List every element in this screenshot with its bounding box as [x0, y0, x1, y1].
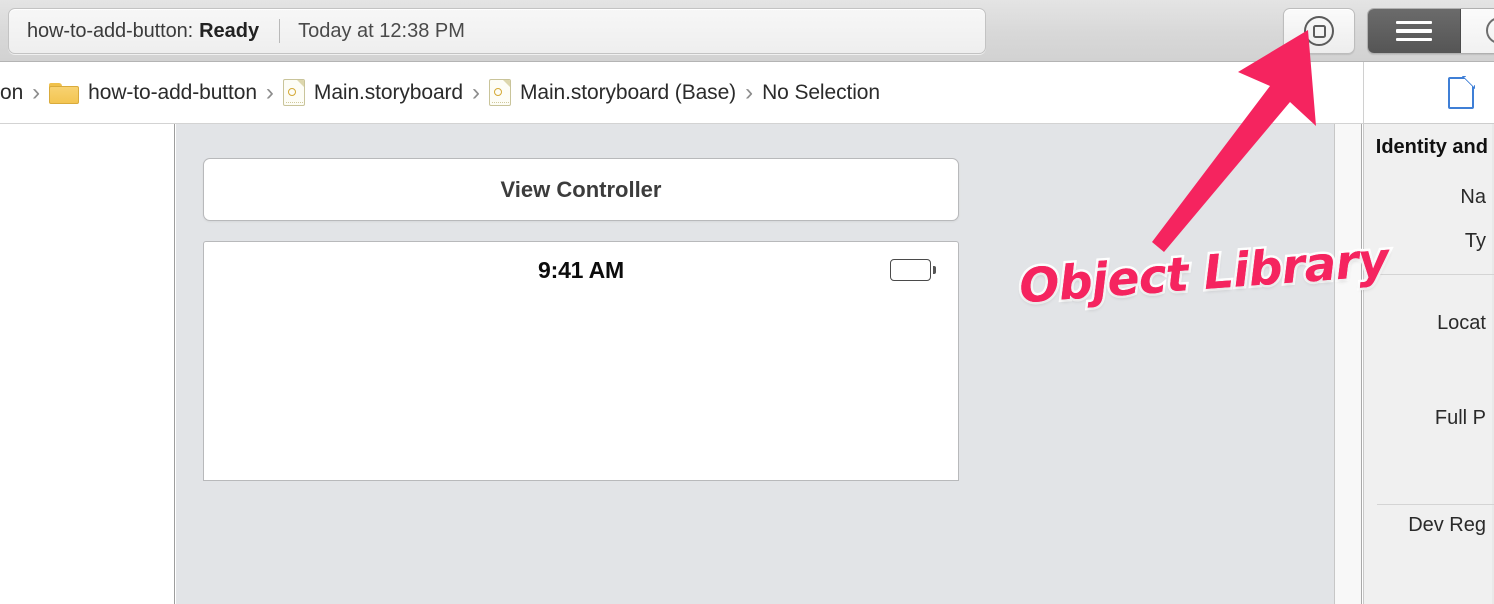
canvas-gutter: [1334, 124, 1362, 604]
breadcrumb-item-project[interactable]: how-to-add-button: [49, 81, 257, 105]
toolbar: how-to-add-button: Ready Today at 12:38 …: [0, 0, 1494, 62]
storyboard-file-icon: [282, 79, 305, 106]
inspector-label-dev-region: Dev Reg: [1408, 514, 1486, 536]
folder-icon: [49, 81, 80, 104]
breadcrumb-item-storyboard[interactable]: Main.storyboard: [282, 79, 463, 106]
inspector-left-edge: [1363, 124, 1364, 604]
scene-title-label: View Controller: [500, 176, 662, 202]
chevron-right-icon: ›: [472, 78, 480, 106]
status-state-label: Ready: [199, 19, 260, 42]
inspector-label-full-path: Full P: [1434, 407, 1486, 429]
inspector-label-type: Ty: [1464, 230, 1486, 252]
inspector-section-header: Identity and: [1375, 136, 1488, 158]
device-status-time: 9:41 AM: [538, 256, 624, 283]
xcode-window: how-to-add-button: Ready Today at 12:38 …: [0, 0, 1494, 604]
inspector-label-name: Na: [1460, 186, 1486, 208]
object-library-button[interactable]: [1283, 8, 1355, 54]
chevron-right-icon: ›: [265, 78, 274, 106]
inspector-tab-area: [1363, 0, 1494, 124]
inspector-divider: [1377, 274, 1494, 275]
breadcrumb-label: Main.storyboard (Base): [520, 80, 737, 104]
navigator-panel[interactable]: [0, 124, 175, 604]
chevron-right-icon: ›: [32, 78, 41, 106]
inspector-label-location: Locat: [1437, 312, 1486, 334]
inspector-panel: Identity and Na Ty Locat Full P Dev Reg: [1363, 124, 1494, 604]
status-bar-field[interactable]: how-to-add-button: Ready Today at 12:38 …: [8, 8, 986, 54]
inspector-divider: [1377, 504, 1494, 505]
breadcrumb: on › how-to-add-button › Main.storyboard…: [0, 62, 1494, 124]
scene-title-bar[interactable]: View Controller: [203, 158, 959, 221]
breadcrumb-item-0[interactable]: on: [0, 81, 23, 105]
chevron-right-icon: ›: [745, 78, 754, 106]
inspector-tab-bar[interactable]: [1363, 62, 1494, 124]
breadcrumb-label: No Selection: [762, 80, 880, 104]
battery-full-icon: [890, 259, 936, 281]
library-circle-square-icon: [1304, 16, 1334, 46]
device-preview[interactable]: 9:41 AM: [203, 241, 959, 481]
breadcrumb-label: Main.storyboard: [313, 80, 463, 104]
library-icon-inner-square: [1312, 24, 1326, 38]
file-inspector-icon[interactable]: [1448, 75, 1475, 109]
storyboard-file-icon: [489, 79, 511, 106]
breadcrumb-label: on: [0, 80, 24, 104]
breadcrumb-label: how-to-add-button: [88, 80, 257, 104]
status-timestamp: Today at 12:38 PM: [298, 19, 465, 42]
breadcrumb-item-selection[interactable]: No Selection: [762, 81, 880, 105]
device-status-bar: 9:41 AM: [204, 242, 958, 298]
status-project-name: how-to-add-button:: [27, 19, 194, 42]
breadcrumb-item-storyboard-base[interactable]: Main.storyboard (Base): [489, 79, 736, 106]
status-divider: [279, 19, 281, 43]
